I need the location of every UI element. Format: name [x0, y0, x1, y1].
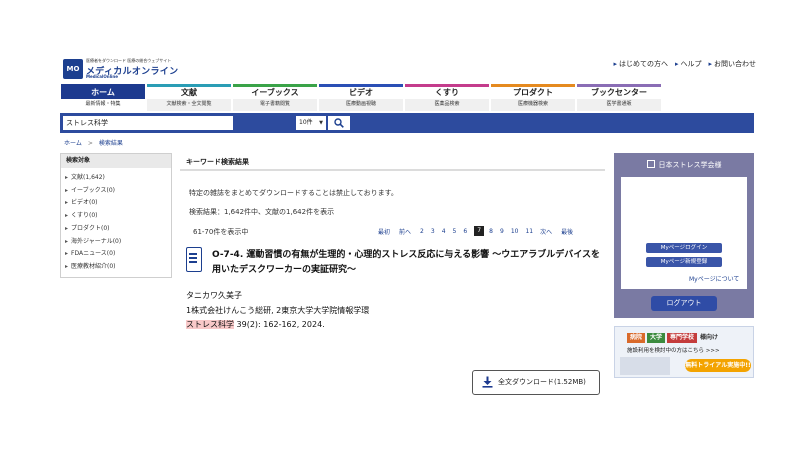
page-link[interactable]: 2 [420, 228, 424, 235]
tab-label: くすり [405, 87, 489, 99]
tab-products[interactable]: プロダクト医療機器検索 [491, 84, 575, 111]
tab-label: 文献 [147, 87, 231, 99]
result-count: 検索結果：1,642件中、文献の1,642件を表示 [189, 208, 335, 216]
citation-detail: 39(2): 162-162, 2024. [234, 320, 325, 329]
account-panel: 日本ストレス学会様 Myページログイン Myページ新規登録 Myページについて … [614, 153, 754, 318]
page-current: 7 [474, 226, 485, 236]
per-page-value: 10件 [299, 119, 313, 126]
page-link[interactable]: 8 [489, 228, 493, 235]
org-header: 日本ストレス学会様 [614, 153, 754, 177]
mypage-about-link[interactable]: Myページについて [689, 274, 739, 283]
per-page-select[interactable]: 10件 ▼ [296, 116, 326, 130]
page-first[interactable]: 最初 [378, 227, 390, 236]
link-help[interactable]: ヘルプ [675, 59, 701, 69]
target-literature[interactable]: 文献(1,642) [65, 172, 171, 185]
tab-home[interactable]: ホーム最新情報・特集 [61, 84, 145, 111]
panel-title: 検索対象 [61, 154, 171, 168]
search-target-panel: 検索対象 文献(1,642) イーブックス(0) ビデオ(0) くすり(0) プ… [60, 153, 172, 278]
journal-name: ストレス科学 [186, 320, 234, 329]
download-notice: 特定の雑誌をまとめてダウンロードすることは禁止しております。 [189, 189, 398, 197]
badge-college: 専門学校 [667, 333, 698, 343]
tab-literature[interactable]: 文献文献検索・全文閲覧 [147, 84, 231, 111]
article-affiliation: 1株式会社けんこう総研, 2東京大学大学院情報学環 [186, 306, 370, 315]
tab-sub: 医薬品検索 [434, 101, 460, 107]
logo-mark: MO [63, 59, 83, 79]
tab-label: ホーム [61, 87, 145, 99]
banner-text: 施設利用を検討中の方はこちら >>> [627, 348, 720, 354]
badge-suffix: 様向け [700, 334, 719, 341]
trial-button[interactable]: 無料トライアル実施中!! [685, 359, 751, 372]
badge-hospital: 病院 [627, 333, 646, 343]
download-icon [482, 376, 493, 388]
badge-university: 大学 [647, 333, 666, 343]
tab-drugs[interactable]: くすり 医薬品検索 [405, 84, 489, 111]
search-button[interactable] [328, 116, 350, 130]
tab-bookcenter[interactable]: ブックセンター医学書通販 [577, 84, 661, 111]
download-button[interactable]: 全文ダウンロード(1.52MB) [472, 370, 600, 395]
tab-sub: 最新情報・特集 [85, 101, 121, 107]
org-name: 日本ストレス学会様 [658, 161, 722, 169]
mypage-register-button[interactable]: Myページ新規登録 [646, 257, 722, 267]
breadcrumb-home[interactable]: ホーム [64, 140, 82, 147]
download-label: 全文ダウンロード(1.52MB) [498, 378, 586, 386]
target-teaching-materials[interactable]: 医療教材紹介(0) [65, 261, 171, 274]
tab-label: ブックセンター [577, 87, 661, 99]
results-header: キーワード検索結果 [180, 153, 605, 171]
logo-sub: MedicalOnline [86, 74, 118, 79]
target-ebooks[interactable]: イーブックス(0) [65, 185, 171, 198]
tab-sub: 医学書通販 [606, 101, 632, 107]
tab-label: ビデオ [319, 87, 403, 99]
page-link[interactable]: 5 [453, 228, 457, 235]
page-link[interactable]: 9 [500, 228, 504, 235]
mypage-box: Myページログイン Myページ新規登録 Myページについて [621, 177, 747, 289]
tab-sub: 医療機器検索 [517, 101, 548, 107]
pagination: 最初 前へ 2 3 4 5 6 7 8 9 10 11 次へ 最後 [378, 226, 580, 236]
target-drugs[interactable]: くすり(0) [65, 210, 171, 223]
banner-photo [620, 357, 670, 375]
article-title[interactable]: O-7-4. 運動習慣の有無が生理的・心理的ストレス反応に与える影響 ～ウエアラ… [212, 248, 604, 278]
results-title: キーワード検索結果 [186, 158, 249, 166]
target-overseas-journals[interactable]: 海外ジャーナル(0) [65, 236, 171, 249]
breadcrumb-sep: > [87, 140, 93, 147]
facility-badges: 病院 大学 専門学校 様向け [627, 333, 718, 343]
link-beginners[interactable]: はじめての方へ [613, 59, 668, 69]
logout-button[interactable]: ログアウト [651, 296, 717, 311]
tab-label: イーブックス [233, 87, 317, 99]
page-link[interactable]: 10 [511, 228, 519, 235]
chevron-down-icon: ▼ [319, 120, 323, 126]
article-citation: ストレス科学 39(2): 162-162, 2024. [186, 319, 325, 330]
breadcrumb-current: 検索結果 [98, 140, 123, 147]
main-nav: ホーム最新情報・特集 文献文献検索・全文閲覧 イーブックス電子書籍閲覧 ビデオ医… [61, 84, 661, 111]
page-last[interactable]: 最後 [561, 227, 573, 236]
tab-video[interactable]: ビデオ 医療動画視聴 [319, 84, 403, 111]
building-icon [646, 160, 655, 168]
search-input[interactable]: ストレス科学 [63, 116, 233, 130]
page-prev[interactable]: 前へ [399, 227, 411, 236]
page-link[interactable]: 6 [463, 228, 467, 235]
page-link[interactable]: 11 [525, 228, 533, 235]
article-authors: タニカワ久美子 [186, 291, 242, 300]
page-link[interactable]: 4 [442, 228, 446, 235]
tab-sub: 電子書籍閲覧 [259, 101, 290, 107]
target-list: 文献(1,642) イーブックス(0) ビデオ(0) くすり(0) プロダクト(… [61, 168, 171, 274]
tab-sub: 文献検索・全文閲覧 [166, 101, 212, 107]
link-contact[interactable]: お問い合わせ [708, 59, 756, 69]
document-icon [186, 247, 202, 272]
search-icon [334, 118, 344, 128]
tab-label: プロダクト [491, 87, 575, 99]
target-fda-news[interactable]: FDAニュース(0) [65, 248, 171, 261]
search-bar: ストレス科学 10件 ▼ [60, 113, 754, 133]
top-links: はじめての方へ ヘルプ お問い合わせ [613, 59, 756, 69]
target-video[interactable]: ビデオ(0) [65, 197, 171, 210]
target-products[interactable]: プロダクト(0) [65, 223, 171, 236]
breadcrumb: ホーム > 検索結果 [64, 138, 123, 147]
trial-banner[interactable]: 病院 大学 専門学校 様向け 施設利用を検討中の方はこちら >>> 無料トライア… [614, 326, 754, 378]
page-link[interactable]: 3 [431, 228, 435, 235]
tab-ebooks[interactable]: イーブックス電子書籍閲覧 [233, 84, 317, 111]
showing-range: 61-70件を表示中 [193, 228, 249, 236]
mypage-login-button[interactable]: Myページログイン [646, 243, 722, 253]
site-logo[interactable]: MO 医療者をダウンロード 医療の総合ウェブサイト メディカルオンライン Med… [63, 58, 183, 80]
tab-sub: 医療動画視聴 [345, 101, 376, 107]
page-next[interactable]: 次へ [540, 227, 552, 236]
